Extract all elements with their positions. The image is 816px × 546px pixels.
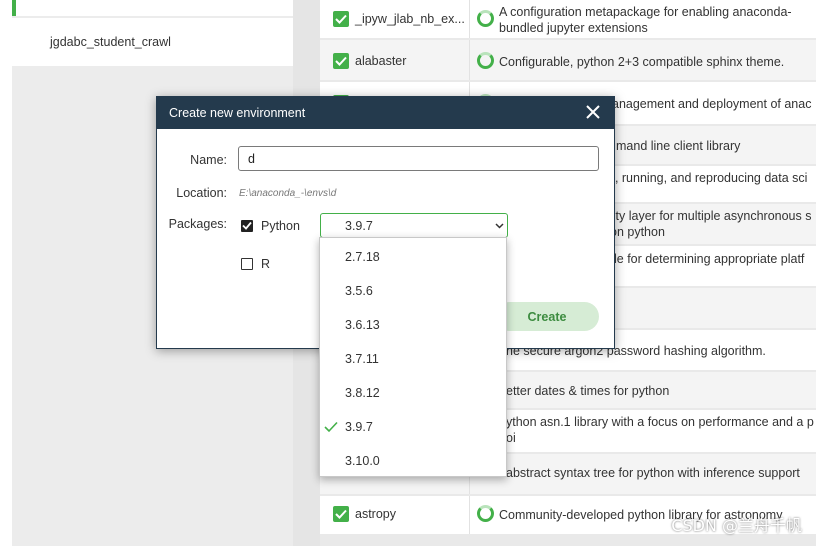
package-name: astropy [355,507,396,521]
package-description: lity layer for multiple asynchronous s o… [610,209,812,239]
close-icon[interactable] [584,103,602,121]
python-version-value: 3.9.7 [345,219,373,233]
python-checkbox[interactable] [241,220,253,232]
version-option[interactable]: 3.5.6 [320,274,506,308]
name-label: Name: [190,153,227,167]
package-description: ython asn.1 library with a focus on perf… [506,415,814,445]
version-option-label: 3.9.7 [345,420,373,434]
package-description: le for determining appropriate platf [614,252,805,266]
package-name: _ipyw_jlab_nb_ex... [355,12,465,26]
package-description: g, running, and reproducing data sci [608,171,808,185]
dialog-header: Create new environment [157,97,614,129]
package-description: mand line client library [616,139,741,153]
environment-label: jgdabc_student_crawl [50,35,171,49]
package-name-cell: alabaster [320,40,470,80]
version-option-label: 3.8.12 [345,386,380,400]
python-version-select[interactable]: 3.9.7 [320,213,508,238]
package-checkbox[interactable] [333,11,349,27]
python-version-dropdown: 2.7.18 3.5.6 3.6.13 3.7.11 3.8.12 3.9.7 … [319,237,507,477]
package-name-cell: astropy [320,496,470,534]
packages-label: Packages: [168,217,227,231]
version-option[interactable]: 3.6.13 [320,308,506,342]
version-option-selected[interactable]: 3.9.7 [320,410,506,444]
table-row[interactable]: alabaster Configurable, python 2+3 compa… [320,40,816,80]
environment-name-input[interactable] [238,146,599,171]
version-option-label: 3.5.6 [345,284,373,298]
environment-item-base[interactable] [12,0,293,16]
status-ring-icon [477,505,494,522]
version-option[interactable]: 3.7.11 [320,342,506,376]
r-label: R [261,257,271,271]
package-name: alabaster [355,54,407,68]
package-description: Configurable, python 2+3 compatible sphi… [499,55,785,69]
status-ring-icon [477,10,494,27]
package-description: anagement and deployment of anac [612,97,812,111]
version-option[interactable]: 3.10.0 [320,444,506,478]
package-checkbox[interactable] [333,506,349,522]
package-name-cell: _ipyw_jlab_nb_ex... [320,0,470,38]
package-description: abstract syntax tree for python with inf… [506,466,800,480]
python-label: Python [261,219,300,233]
version-option-label: 3.7.11 [345,352,379,366]
watermark-text: CSDN @兰舟千帆 [671,516,802,535]
version-option[interactable]: 2.7.18 [320,240,506,274]
status-ring-icon [477,52,494,69]
version-option-label: 3.6.13 [345,318,380,332]
chevron-down-icon[interactable] [491,214,507,237]
r-checkbox[interactable] [241,258,253,270]
version-option[interactable]: 3.8.12 [320,376,506,410]
location-path: E:\anaconda_-\envs\d [239,188,337,199]
version-option-label: 2.7.18 [345,250,380,264]
checkmark-icon [324,421,338,433]
package-description: etter dates & times for python [506,384,670,398]
table-row[interactable]: _ipyw_jlab_nb_ex... A configuration meta… [320,0,816,38]
dialog-title: Create new environment [169,106,306,120]
package-description: A configuration metapackage for enabling… [499,5,792,35]
environment-item-jgdabc[interactable]: jgdabc_student_crawl [12,18,293,66]
location-label: Location: [176,186,227,200]
package-checkbox[interactable] [333,53,349,69]
create-button[interactable]: Create [495,302,599,331]
version-option-label: 3.10.0 [345,454,380,468]
